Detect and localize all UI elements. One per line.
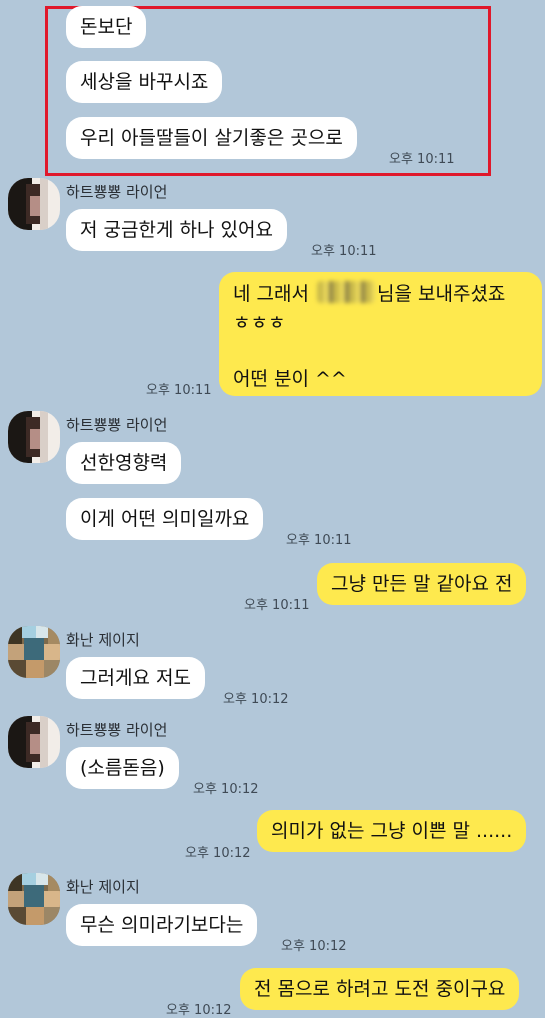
message-bubble[interactable]: 저 궁금한게 하나 있어요 (66, 209, 287, 251)
avatar-image (8, 178, 60, 230)
message-bubble[interactable]: (소름돋음) (66, 747, 179, 789)
message-bubble[interactable]: 전 몸으로 하려고 도전 중이구요 (240, 968, 520, 1010)
message-text: 님을 보내주셨죠 (377, 283, 506, 305)
message-text: 네 그래서 (233, 283, 309, 305)
message-bubble[interactable]: 돈보단 (66, 6, 147, 48)
message-bubble[interactable]: 우리 아들딸들이 살기좋은 곳으로 (66, 117, 357, 159)
sender-name: 화난 제이지 (66, 631, 140, 649)
message-bubble[interactable]: 무슨 의미라기보다는 (66, 904, 258, 946)
message-time: 오후 10:11 (244, 598, 310, 613)
message-bubble[interactable]: 선한영향력 (66, 442, 182, 484)
message-line (233, 338, 528, 367)
message-bubble[interactable]: 그러게요 저도 (66, 657, 205, 699)
redacted-name (317, 281, 376, 303)
message-bubble[interactable]: 의미가 없는 그냥 이쁜 말 ...... (257, 810, 527, 852)
message-bubble[interactable]: 네 그래서 님을 보내주셨죠 ㅎㅎㅎ 어떤 분이 ^^ (219, 272, 542, 396)
message-line: ㅎㅎㅎ (233, 312, 286, 334)
sender-name: 하트뿅뿅 라이언 (66, 416, 168, 434)
avatar[interactable] (8, 626, 60, 678)
message-bubble[interactable]: 그냥 만든 말 같아요 전 (317, 563, 527, 605)
message-time: 오후 10:12 (185, 846, 251, 861)
message-time: 오후 10:11 (146, 383, 212, 398)
sender-name: 하트뿅뿅 라이언 (66, 721, 168, 739)
avatar-image (8, 873, 60, 925)
message-time: 오후 10:11 (311, 244, 377, 259)
message-time: 오후 10:11 (286, 533, 352, 548)
avatar[interactable] (8, 716, 60, 768)
message-time: 오후 10:12 (193, 782, 259, 797)
message-time: 오후 10:11 (389, 152, 455, 167)
message-time: 오후 10:12 (223, 692, 289, 707)
message-line: 네 그래서 님을 보내주셨죠 (233, 280, 528, 309)
sender-name: 화난 제이지 (66, 878, 140, 896)
avatar[interactable] (8, 178, 60, 230)
avatar-image (8, 411, 60, 463)
sender-name: 하트뿅뿅 라이언 (66, 183, 168, 201)
avatar[interactable] (8, 873, 60, 925)
message-bubble[interactable]: 세상을 바꾸시죠 (66, 61, 223, 103)
message-line: 어떤 분이 ^^ (233, 368, 347, 390)
message-time: 오후 10:12 (281, 939, 347, 954)
avatar-image (8, 716, 60, 768)
message-time: 오후 10:12 (166, 1003, 232, 1018)
avatar[interactable] (8, 411, 60, 463)
message-bubble[interactable]: 이게 어떤 의미일까요 (66, 498, 264, 540)
avatar-image (8, 626, 60, 678)
